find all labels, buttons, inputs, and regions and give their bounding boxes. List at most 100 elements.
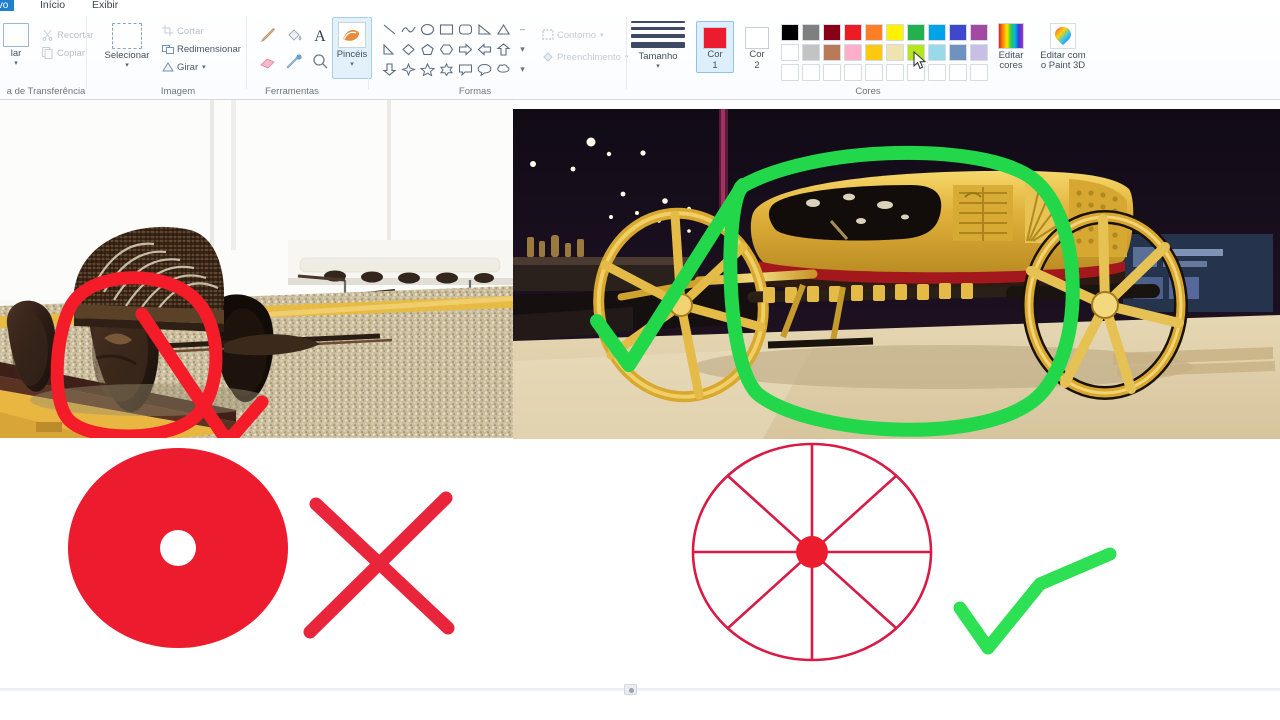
rotate-caret-icon[interactable]: ▾ [202,63,206,71]
edit-with-paint3d-button[interactable]: Editar com o Paint 3D [1028,23,1098,71]
shapes-scroll-down-icon[interactable]: ▾ [513,39,532,59]
selection-icon [112,23,142,49]
shape-right-arrow-icon[interactable] [456,39,475,59]
shape-five-point-star-icon[interactable] [418,59,437,79]
shape-up-arrow-icon[interactable] [494,39,513,59]
shape-oval-callout-icon[interactable] [475,59,494,79]
text-icon[interactable]: A [310,25,330,45]
palette-swatch-r2-c4[interactable] [844,44,862,61]
palette-swatch-r1-c1[interactable] [781,24,799,41]
group-colors: Cor 1 Cor 2 Editar cores Cores [688,11,1036,99]
rotate-button[interactable]: Girar ▾ [162,61,206,73]
palette-swatch-r3-c8[interactable] [928,64,946,81]
palette-swatch-r1-c8[interactable] [928,24,946,41]
group-tools: A Pincéis ▾ Ferramentas [248,11,372,99]
resize-button[interactable]: Redimensionar [162,43,241,55]
shape-rounded-callout-icon[interactable] [456,59,475,79]
resize-icon [162,43,174,55]
shape-down-arrow-icon[interactable] [380,59,399,79]
shape-rectangle-icon[interactable] [437,19,456,39]
copy-button[interactable]: Copiar [42,47,85,59]
select-button[interactable]: Selecionar ▾ [96,23,158,69]
shape-line-icon[interactable] [380,19,399,39]
palette-swatch-r1-c9[interactable] [949,24,967,41]
shapes-more-icon[interactable]: ▾ [513,59,532,79]
paint3d-icon [1050,23,1076,49]
color-palette[interactable] [780,23,990,83]
palette-swatch-r2-c3[interactable] [823,44,841,61]
group-separator [368,17,369,89]
ribbon-body: lar ▾ Recortar Copiar a de Transferência… [0,11,1280,99]
shapes-scroll-up-icon[interactable]: – [513,19,532,39]
magnifier-icon[interactable] [310,52,330,72]
palette-swatch-r3-c7[interactable] [907,64,925,81]
color1-index: 1 [712,60,718,71]
canvas-resize-handle[interactable] [624,684,637,695]
paste-button[interactable]: lar ▾ [0,23,38,67]
palette-swatch-r3-c10[interactable] [970,64,988,81]
shape-oval-icon[interactable] [418,19,437,39]
palette-swatch-r1-c5[interactable] [865,24,883,41]
eraser-icon[interactable] [258,52,278,72]
select-caret-icon[interactable]: ▾ [96,62,158,69]
shape-left-arrow-icon[interactable] [475,39,494,59]
palette-swatch-r3-c2[interactable] [802,64,820,81]
group-separator [86,17,87,89]
shape-rounded-rectangle-icon[interactable] [456,19,475,39]
palette-swatch-r2-c6[interactable] [886,44,904,61]
size-caret-icon[interactable]: ▾ [631,63,685,70]
shape-cloud-callout-icon[interactable] [494,59,513,79]
palette-swatch-r2-c2[interactable] [802,44,820,61]
palette-swatch-r3-c1[interactable] [781,64,799,81]
color2-button[interactable]: Cor 2 [738,21,776,73]
shape-right-triangle-icon[interactable] [475,19,494,39]
palette-swatch-r1-c2[interactable] [802,24,820,41]
brushes-button[interactable]: Pincéis ▾ [332,17,372,79]
pencil-icon[interactable] [258,25,278,45]
crop-button[interactable]: Cortar [162,25,203,37]
group-image-label: Imagem [160,86,196,97]
size-button[interactable]: Tamanho ▾ [631,21,685,70]
crop-icon [162,25,173,37]
shapes-gallery[interactable]: – ▾ ▾ [380,19,532,79]
palette-swatch-r2-c1[interactable] [781,44,799,61]
palette-swatch-r2-c7[interactable] [907,44,925,61]
outline-caret-icon[interactable]: ▾ [600,31,604,39]
shape-hexagon-icon[interactable] [437,39,456,59]
palette-swatch-r1-c10[interactable] [970,24,988,41]
outline-button[interactable]: Contorno ▾ [542,29,604,41]
paste-caret-icon[interactable]: ▾ [0,60,38,67]
fill-icon[interactable] [284,25,304,45]
palette-swatch-r3-c3[interactable] [823,64,841,81]
palette-swatch-r2-c10[interactable] [970,44,988,61]
palette-swatch-r3-c5[interactable] [865,64,883,81]
shape-pentagon-icon[interactable] [418,39,437,59]
palette-swatch-r2-c8[interactable] [928,44,946,61]
brushes-caret-icon[interactable]: ▾ [333,61,371,68]
palette-swatch-r2-c9[interactable] [949,44,967,61]
select-label: Selecionar [104,50,150,61]
green-check-verdict [953,547,1117,655]
color-picker-icon[interactable] [284,52,304,72]
palette-swatch-r2-c5[interactable] [865,44,883,61]
palette-swatch-r1-c3[interactable] [823,24,841,41]
status-bar [0,680,1280,720]
paint-canvas[interactable] [0,100,1280,680]
shape-six-point-star-icon[interactable] [437,59,456,79]
canvas-bottom-edge [0,688,1280,691]
size-label: Tamanho [638,51,678,62]
size-icon [631,21,685,48]
palette-swatch-r3-c9[interactable] [949,64,967,81]
shape-right-triangle2-icon[interactable] [380,39,399,59]
shape-curve-icon[interactable] [399,19,418,39]
shape-diamond-icon[interactable] [399,39,418,59]
palette-swatch-r3-c4[interactable] [844,64,862,81]
palette-swatch-r1-c7[interactable] [907,24,925,41]
palette-swatch-r1-c4[interactable] [844,24,862,41]
palette-swatch-r1-c6[interactable] [886,24,904,41]
color1-button[interactable]: Cor 1 [696,21,734,73]
shape-four-point-star-icon[interactable] [399,59,418,79]
palette-swatch-r3-c6[interactable] [886,64,904,81]
shape-triangle-icon[interactable] [494,19,513,39]
fill-button[interactable]: Preenchimento ▾ [542,51,628,63]
